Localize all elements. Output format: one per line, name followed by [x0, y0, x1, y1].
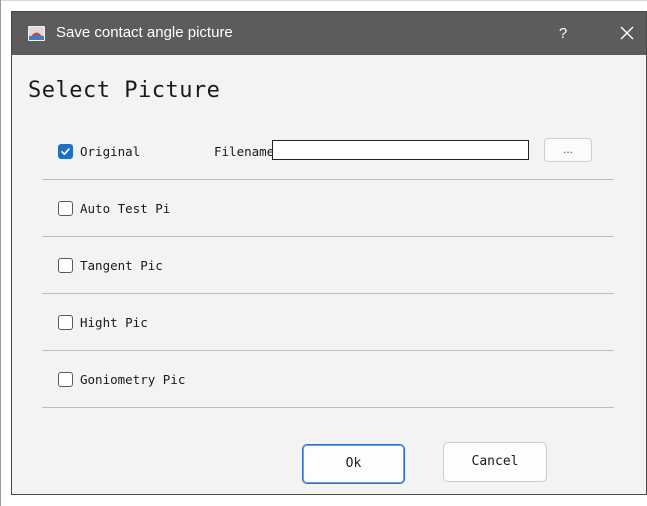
goniometry-label[interactable]: Goniometry Pic [80, 372, 185, 387]
option-row-auto-test: Auto Test Pi [42, 180, 614, 236]
close-icon [620, 26, 634, 40]
section-heading: Select Picture [28, 78, 221, 103]
hight-checkbox[interactable] [58, 315, 73, 330]
option-row-tangent: Tangent Pic [42, 237, 614, 293]
goniometry-checkbox[interactable] [58, 372, 73, 387]
option-row-goniometry: Goniometry Pic [42, 351, 614, 407]
option-row-hight: Hight Pic [42, 294, 614, 350]
cancel-button[interactable]: Cancel [443, 442, 547, 482]
filename-input[interactable] [272, 140, 529, 160]
tangent-checkbox[interactable] [58, 258, 73, 273]
top-edge [0, 0, 647, 1]
auto-test-checkbox[interactable] [58, 201, 73, 216]
checkmark-icon [61, 148, 70, 156]
filename-label: Filename [214, 144, 272, 159]
app-icon [28, 26, 45, 41]
save-picture-dialog: Save contact angle picture ? Select Pict… [11, 11, 647, 495]
window-title: Save contact angle picture [56, 24, 233, 41]
close-button[interactable] [608, 12, 646, 55]
original-checkbox[interactable] [58, 144, 73, 159]
option-row-original: Original Filename ... [42, 123, 614, 179]
divider [42, 407, 614, 408]
auto-test-label[interactable]: Auto Test Pi [80, 201, 170, 216]
tangent-label[interactable]: Tangent Pic [80, 258, 163, 273]
help-button[interactable]: ? [548, 12, 578, 55]
title-bar[interactable]: Save contact angle picture ? [12, 12, 646, 55]
screen-background: Save contact angle picture ? Select Pict… [0, 0, 647, 506]
browse-button[interactable]: ... [544, 138, 592, 162]
ok-button[interactable]: Ok [302, 444, 405, 484]
original-label[interactable]: Original [80, 144, 140, 159]
hight-label[interactable]: Hight Pic [80, 315, 148, 330]
left-edge [0, 0, 1, 506]
